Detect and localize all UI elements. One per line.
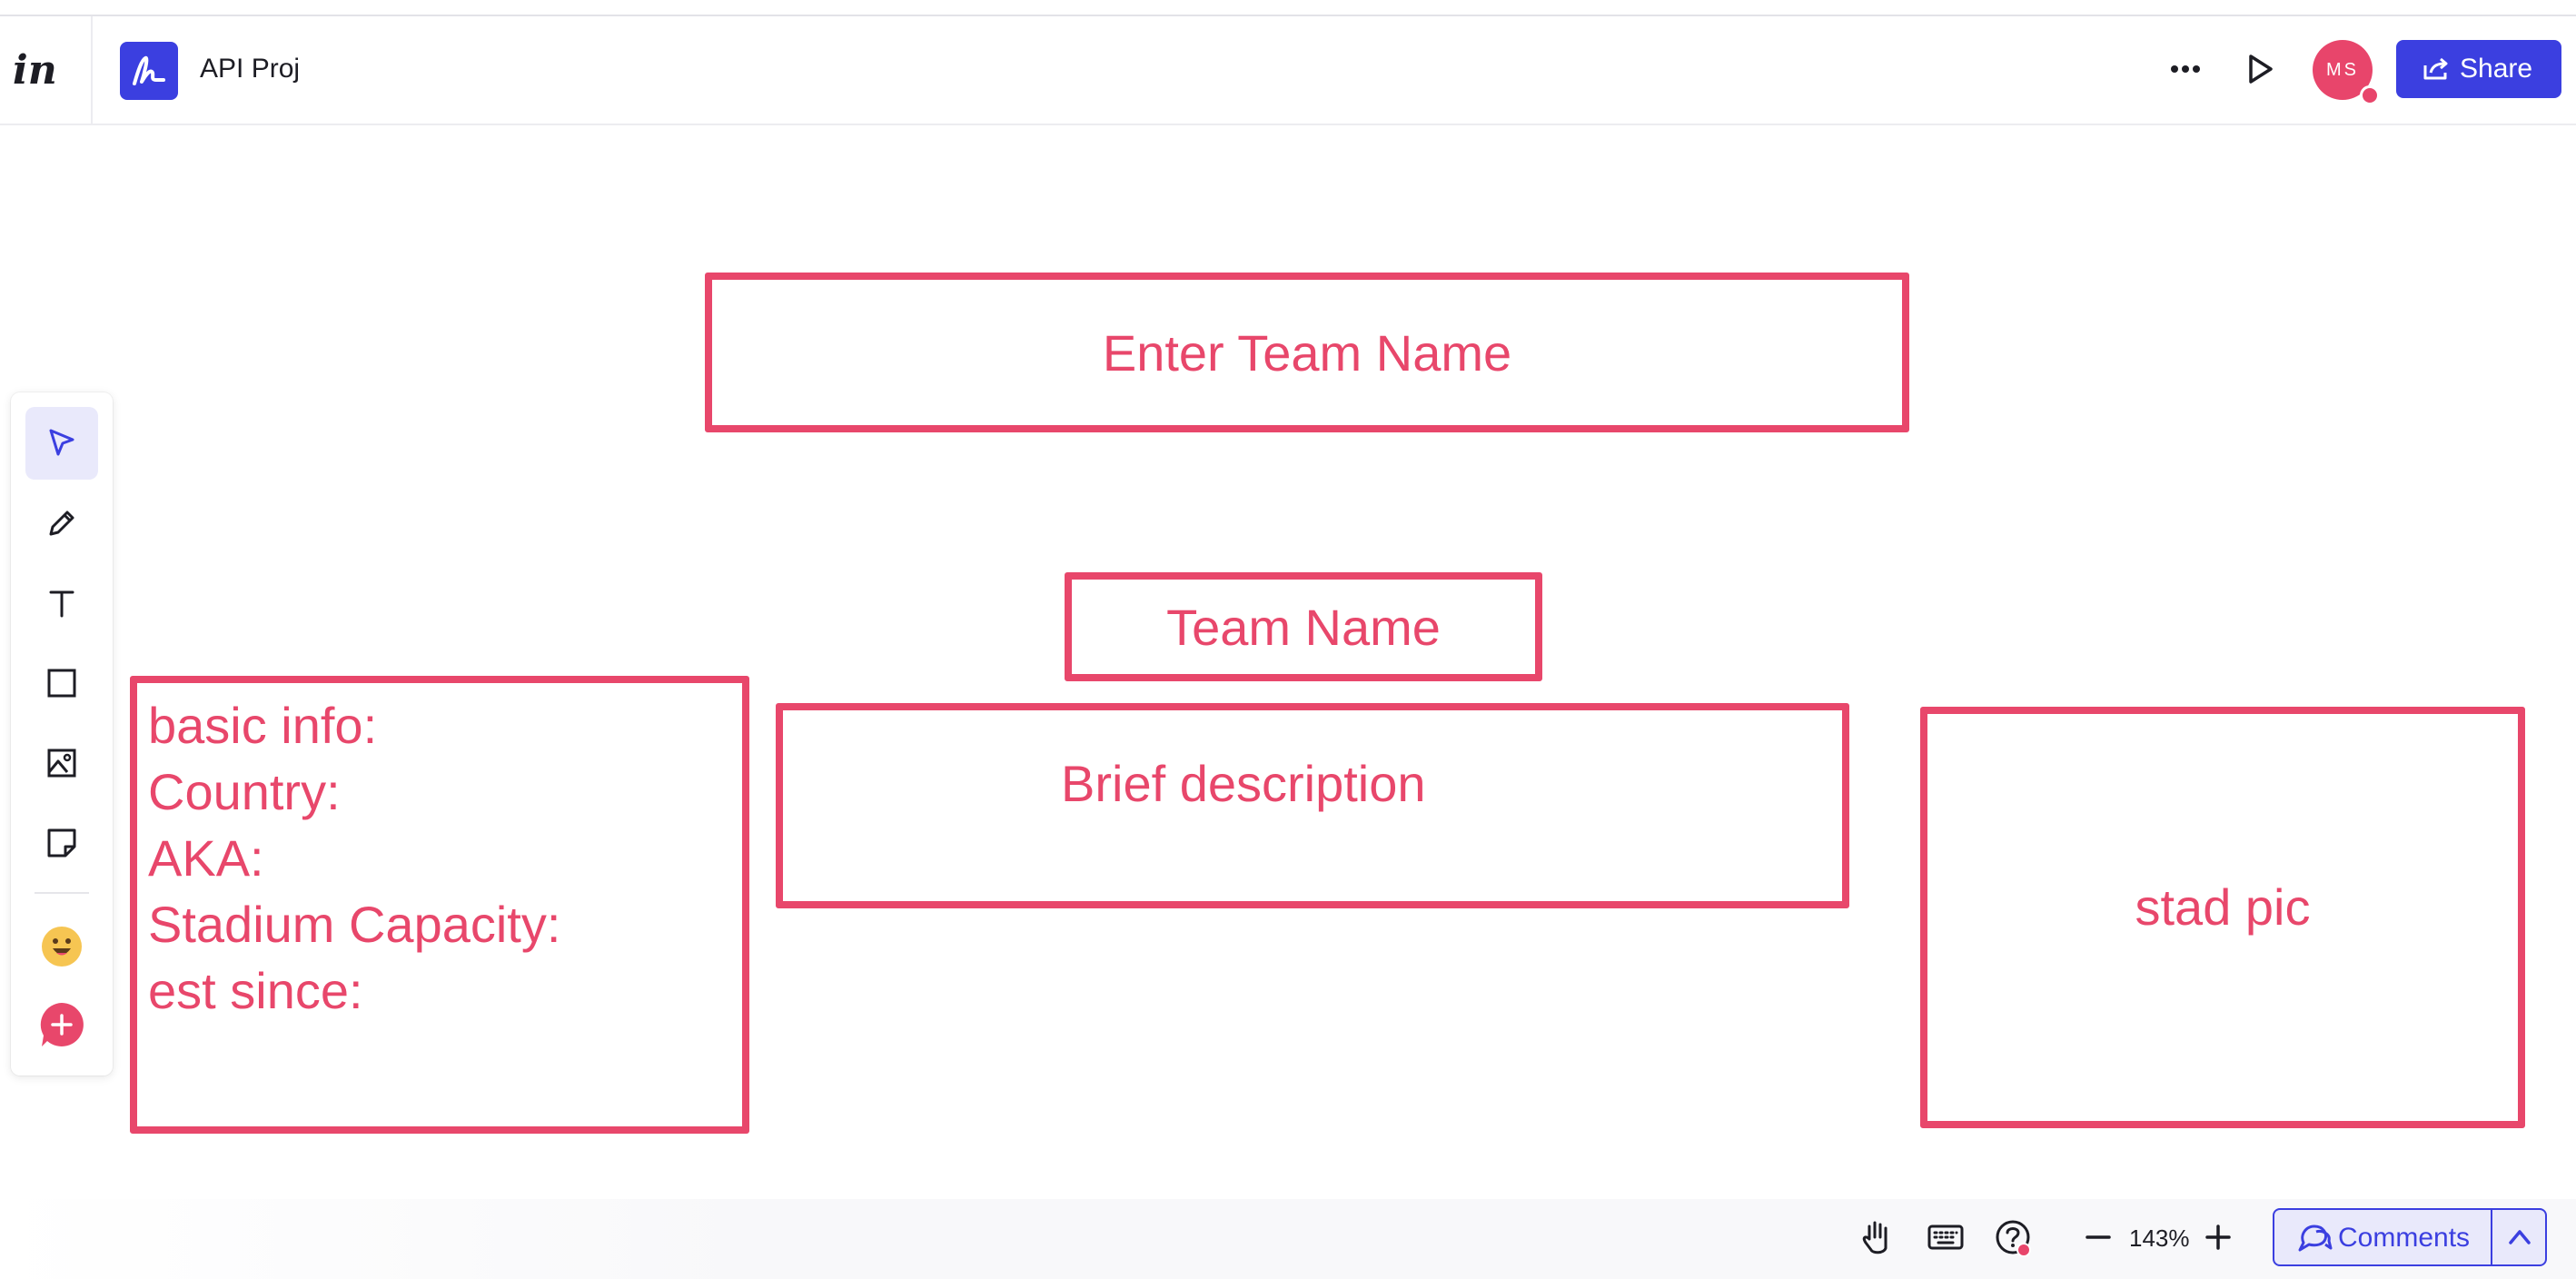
add-plus-icon: [40, 1003, 84, 1046]
square-icon: [47, 669, 76, 698]
sticky-note-icon: [47, 828, 76, 858]
share-button[interactable]: Share: [2396, 40, 2561, 98]
toolbar-divider: [35, 892, 89, 894]
country-line: Country:: [148, 763, 341, 820]
text-icon: [49, 590, 74, 618]
cursor-arrow-icon: [49, 429, 74, 456]
keyboard-shortcuts-button[interactable]: [1926, 1217, 1966, 1257]
keyboard-icon: [1927, 1224, 1964, 1250]
basic-info-box[interactable]: basic info: Country: AKA: Stadium Capaci…: [130, 676, 749, 1134]
stadium-capacity-line: Stadium Capacity:: [148, 896, 561, 953]
enter-team-name-box[interactable]: Enter Team Name: [705, 273, 1909, 432]
comments-icon: [2298, 1224, 2333, 1252]
chevron-up-icon: [2509, 1230, 2531, 1244]
zoom-out-button[interactable]: [2078, 1217, 2118, 1257]
zoom-in-button[interactable]: [2198, 1217, 2238, 1257]
add-tool-button[interactable]: [25, 988, 98, 1061]
user-avatar[interactable]: MS: [2313, 40, 2380, 105]
project-icon[interactable]: [120, 42, 178, 100]
aka-line: AKA:: [148, 829, 264, 887]
comments-label: Comments: [2338, 1223, 2471, 1253]
pencil-tool[interactable]: [25, 487, 98, 560]
hand-tool-button[interactable]: [1857, 1217, 1897, 1257]
team-name-box[interactable]: Team Name: [1065, 572, 1542, 681]
tool-palette: [11, 392, 113, 1076]
brief-description-box[interactable]: Brief description: [776, 703, 1849, 908]
help-question-icon: [1996, 1220, 2031, 1257]
freehand-signature-icon: [133, 55, 165, 85]
comments-expand-button[interactable]: [2492, 1210, 2545, 1264]
pencil-icon: [49, 511, 74, 536]
zoom-level[interactable]: 143%: [2129, 1223, 2190, 1254]
enter-team-name-label: Enter Team Name: [1102, 323, 1512, 382]
comments-control: Comments: [2273, 1208, 2547, 1266]
share-label: Share: [2460, 54, 2533, 84]
avatar-initials: MS: [2326, 60, 2359, 80]
stadium-picture-box[interactable]: stad pic: [1920, 707, 2525, 1128]
browser-top-edge: [0, 0, 2576, 16]
play-icon: [2249, 55, 2273, 84]
stad-pic-label: stad pic: [2135, 877, 2311, 936]
header-bar: in API Proj MS Share: [0, 16, 2576, 125]
help-button[interactable]: [1993, 1217, 2033, 1257]
share-icon: [2423, 57, 2448, 80]
whiteboard-app: in API Proj MS Share Enter Team Name Tea…: [0, 0, 2576, 1279]
basic-info-line: basic info:: [148, 697, 378, 754]
text-tool[interactable]: [25, 567, 98, 640]
image-tool[interactable]: [25, 727, 98, 799]
presence-indicator: [2360, 85, 2380, 105]
hand-icon: [1862, 1221, 1887, 1254]
image-icon: [47, 749, 76, 778]
select-tool[interactable]: [25, 407, 98, 480]
emoji-face-icon: [42, 927, 82, 967]
brief-description-label: Brief description: [1061, 755, 1426, 812]
svg-text:in: in: [13, 47, 57, 93]
invision-logo[interactable]: in: [0, 16, 93, 124]
rectangle-tool[interactable]: [25, 647, 98, 719]
project-name[interactable]: API Proj: [200, 51, 300, 87]
comments-button[interactable]: Comments: [2274, 1210, 2491, 1264]
sticky-note-tool[interactable]: [25, 807, 98, 879]
minus-icon: [2086, 1235, 2111, 1239]
emoji-tool[interactable]: [25, 910, 98, 983]
bottom-toolbar: [0, 1199, 2576, 1279]
present-button[interactable]: [2240, 49, 2280, 89]
plus-icon: [2205, 1224, 2231, 1250]
team-name-label: Team Name: [1166, 598, 1441, 656]
more-options-button[interactable]: [2165, 49, 2205, 89]
more-horizontal-icon: [2171, 65, 2200, 73]
invision-logo-icon: in: [13, 47, 57, 93]
est-since-line: est since:: [148, 962, 363, 1019]
